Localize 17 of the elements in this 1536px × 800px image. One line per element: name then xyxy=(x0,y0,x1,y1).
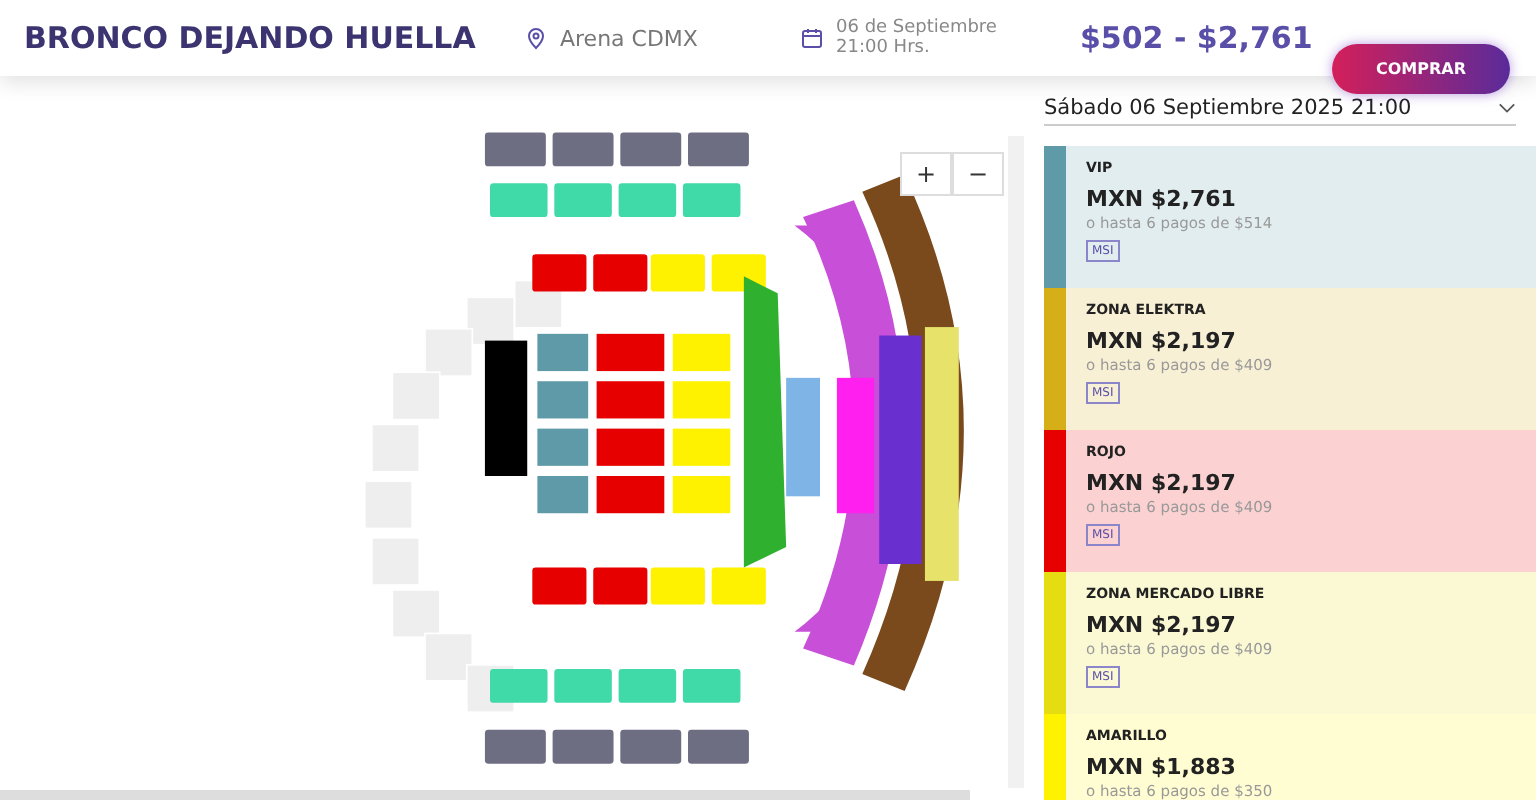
zone-price: MXN $2,197 xyxy=(1086,328,1236,354)
zone-price: MXN $2,197 xyxy=(1086,470,1236,496)
zone-price: MXN $2,197 xyxy=(1086,612,1236,638)
zoom-in-button[interactable]: + xyxy=(900,152,952,196)
buy-button[interactable]: COMPRAR xyxy=(1332,44,1510,94)
event-title: BRONCO DEJANDO HUELLA xyxy=(24,20,478,56)
chevron-down-icon xyxy=(1498,102,1516,114)
venue-name: Arena CDMX xyxy=(560,25,698,51)
price-range: $502 - $2,761 xyxy=(1080,20,1313,56)
location-pin-icon xyxy=(524,24,548,52)
zone-price: MXN $1,883 xyxy=(1086,754,1236,780)
date-select[interactable]: Sábado 06 Septiembre 2025 21:00 xyxy=(1044,92,1516,126)
calendar-icon xyxy=(800,26,824,50)
zoom-out-button[interactable]: − xyxy=(952,152,1004,196)
horizontal-scrollbar[interactable] xyxy=(0,790,970,800)
zone-price: MXN $2,761 xyxy=(1086,186,1236,212)
event-date: 06 de Septiembre 21:00 Hrs. xyxy=(836,18,999,58)
